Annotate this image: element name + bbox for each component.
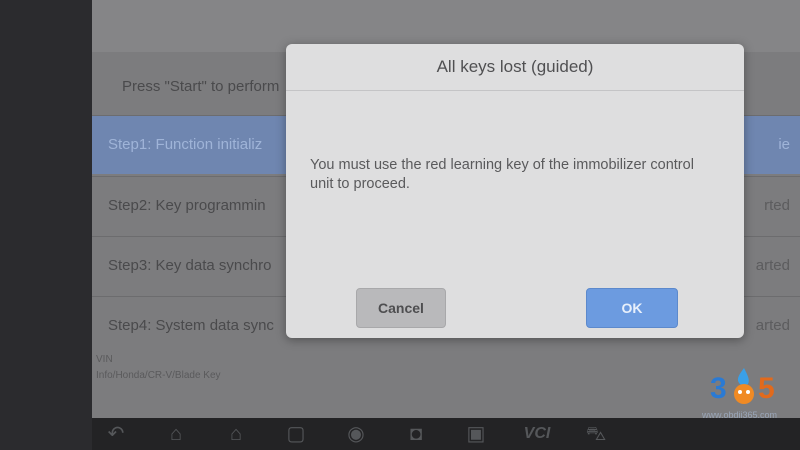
mascot-icon <box>734 368 754 404</box>
step-label: Step2: Key programmin <box>108 197 266 214</box>
vci-icon[interactable]: VCI <box>517 422 557 446</box>
cancel-button[interactable]: Cancel <box>356 288 446 328</box>
vehicle-info: VIN Info/Honda/CR-V/Blade Key <box>96 352 221 384</box>
step-label: Step3: Key data synchro <box>108 257 272 274</box>
gallery-icon[interactable]: ▣ <box>462 422 490 446</box>
home-alt-icon[interactable]: ⌂ <box>222 422 250 446</box>
step-status: rted <box>764 197 790 214</box>
intro-text: Press "Start" to perform <box>122 78 280 95</box>
camera-icon[interactable]: ◘ <box>402 422 430 446</box>
step-status: arted <box>755 317 790 334</box>
watermark-digit-left: 3 <box>710 372 727 405</box>
home-icon[interactable]: ⌂ <box>162 422 190 446</box>
step-label: Step1: Function initializ <box>108 136 263 153</box>
vehicle-path: Info/Honda/CR-V/Blade Key <box>96 370 221 381</box>
car-icon[interactable]: ⛍ <box>582 422 610 446</box>
step-status: ie <box>778 136 790 153</box>
dialog-message: You must use the red learning key of the… <box>310 157 694 192</box>
watermark-logo: 3 5 www.obdii365.com <box>702 360 792 420</box>
ok-button[interactable]: OK <box>586 288 678 328</box>
dialog: All keys lost (guided) You must use the … <box>286 44 744 338</box>
vin-label: VIN <box>96 354 113 365</box>
back-icon[interactable]: ↶ <box>102 422 130 446</box>
step-status: arted <box>755 257 790 274</box>
dialog-title: All keys lost (guided) <box>286 44 744 91</box>
taskbar: ↶ ⌂ ⌂ ▢ ◉ ◘ ▣ VCI ⛍ <box>92 418 800 450</box>
chrome-icon[interactable]: ◉ <box>342 422 370 446</box>
square-icon[interactable]: ▢ <box>282 422 310 446</box>
watermark-digit-right: 5 <box>758 372 775 405</box>
step-label: Step4: System data sync <box>108 317 274 334</box>
watermark-site: www.obdii365.com <box>702 410 778 420</box>
